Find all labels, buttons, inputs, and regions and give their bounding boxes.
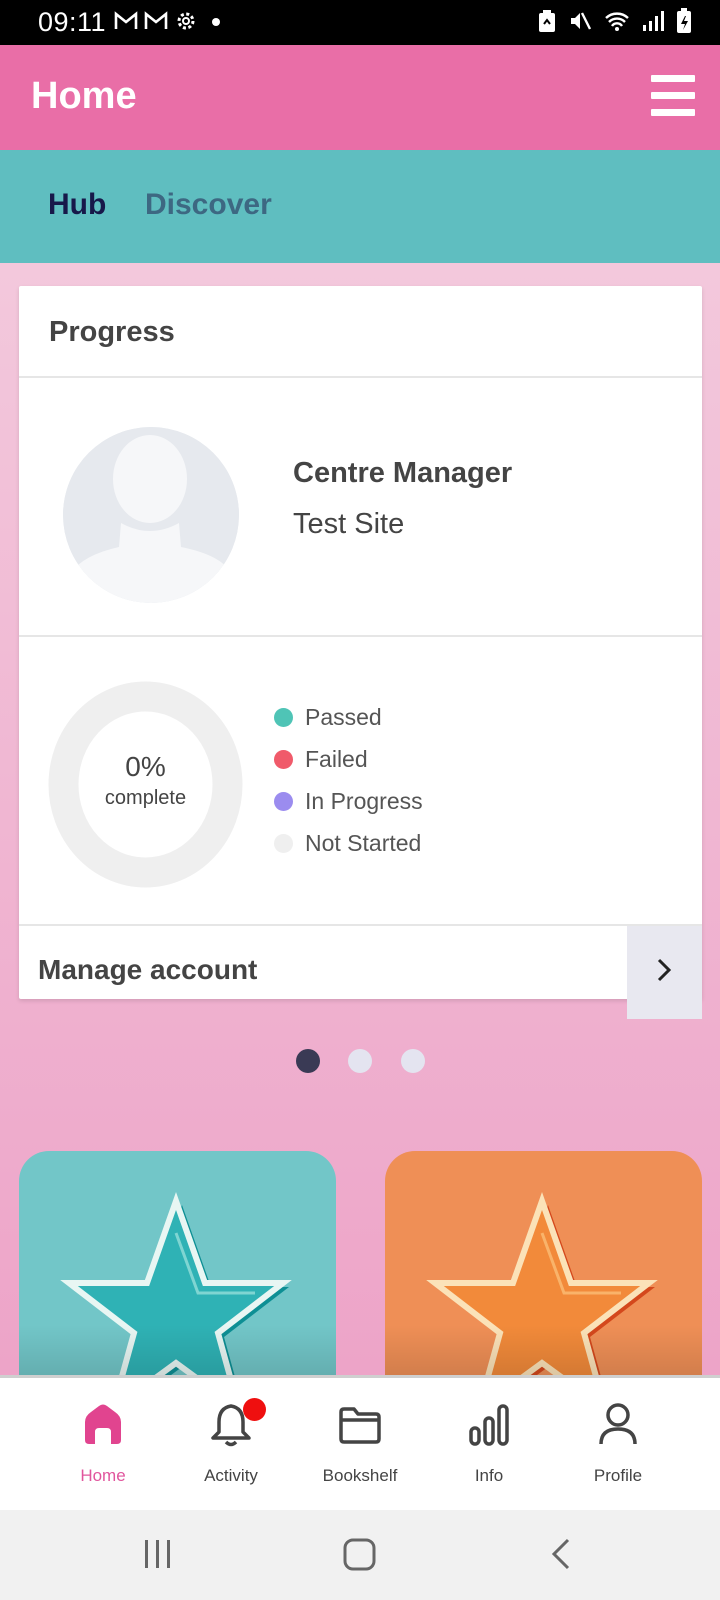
- wifi-icon: [605, 12, 629, 31]
- manage-account-button[interactable]: [627, 926, 702, 1019]
- progress-card: Progress Centre Manager Test Site 0% com…: [19, 286, 702, 1019]
- status-time: 09:11: [38, 7, 107, 37]
- legend-item-in-progress: In Progress: [274, 780, 423, 822]
- folder-icon: [339, 1407, 381, 1444]
- hamburger-menu-icon[interactable]: [651, 75, 695, 117]
- completion-percent: 0%: [125, 751, 166, 782]
- divider: [19, 376, 702, 378]
- home-button-icon[interactable]: [342, 1534, 378, 1574]
- nav-item-profile[interactable]: Profile: [558, 1400, 678, 1500]
- legend-item-passed: Passed: [274, 696, 423, 738]
- legend-item-failed: Failed: [274, 738, 423, 780]
- legend-dot-not-started: [274, 833, 293, 853]
- gmail-icon: [114, 11, 138, 29]
- nav-item-info[interactable]: Info: [429, 1400, 549, 1500]
- carousel-pager: [0, 1049, 720, 1075]
- tab-strip: Hub Discover: [0, 150, 720, 263]
- progress-card-title: Progress: [49, 316, 175, 348]
- completion-ring: [48, 681, 243, 888]
- legend-label: Failed: [305, 745, 368, 772]
- battery-charging-icon: [677, 8, 691, 33]
- status-bar: 09:11: [0, 0, 720, 45]
- back-icon[interactable]: [548, 1534, 574, 1574]
- tab-discover[interactable]: Discover: [145, 188, 272, 222]
- nav-label-activity: Activity: [204, 1466, 258, 1485]
- recent-apps-icon[interactable]: [143, 1534, 173, 1574]
- user-silhouette-icon: [63, 427, 239, 603]
- profile-role: Centre Manager: [293, 457, 513, 489]
- mute-icon: [571, 12, 592, 30]
- bottom-nav: Home Activity Bookshelf Info Profile: [0, 1375, 720, 1510]
- home-icon: [85, 1404, 121, 1444]
- divider: [19, 635, 702, 637]
- status-left-icons: [114, 9, 224, 33]
- completion-donut: 0% complete: [48, 681, 243, 888]
- pager-dot-1[interactable]: [296, 1049, 320, 1073]
- completion-caption: complete: [104, 787, 187, 809]
- status-right-icons: [538, 8, 692, 34]
- legend-dot-passed: [274, 707, 293, 727]
- tile-shade: [385, 1325, 702, 1375]
- chevron-right-icon: [657, 958, 672, 982]
- manage-account-label: Manage account: [38, 954, 258, 985]
- legend-dot-failed: [274, 749, 293, 769]
- nav-item-activity[interactable]: Activity: [171, 1398, 291, 1500]
- pager-dot-3[interactable]: [401, 1049, 425, 1073]
- hub-content[interactable]: Progress Centre Manager Test Site 0% com…: [0, 263, 720, 1375]
- teal-star-tile[interactable]: [19, 1151, 336, 1375]
- legend-item-not-started: Not Started: [274, 822, 423, 864]
- orange-star-tile[interactable]: [385, 1151, 702, 1375]
- tab-hub[interactable]: Hub: [48, 188, 106, 222]
- progress-legend: Passed Failed In Progress Not Started: [274, 696, 423, 864]
- legend-label: In Progress: [305, 787, 423, 814]
- gmail-icon: [144, 11, 168, 29]
- notification-dot-icon: [212, 18, 220, 26]
- person-icon: [599, 1403, 637, 1445]
- nav-label-bookshelf: Bookshelf: [322, 1466, 398, 1485]
- app-bar: Home: [0, 45, 720, 150]
- manage-account-row[interactable]: Manage account: [19, 926, 702, 1019]
- recycle-icon: [539, 10, 555, 32]
- notification-badge: [243, 1398, 266, 1421]
- profile-site: Test Site: [293, 508, 405, 540]
- nav-item-bookshelf[interactable]: Bookshelf: [300, 1400, 420, 1500]
- tile-shade: [19, 1325, 336, 1375]
- nav-label-home: Home: [80, 1466, 126, 1485]
- legend-label: Passed: [305, 703, 382, 730]
- pager-dot-2[interactable]: [348, 1049, 372, 1073]
- settings-icon: [177, 12, 195, 30]
- system-nav-bar: [0, 1510, 720, 1600]
- bar-chart-icon: [469, 1404, 509, 1446]
- signal-icon: [643, 11, 664, 31]
- legend-label: Not Started: [305, 829, 422, 856]
- nav-label-info: Info: [474, 1466, 504, 1485]
- nav-item-home[interactable]: Home: [43, 1400, 163, 1500]
- nav-label-profile: Profile: [593, 1466, 643, 1485]
- page-title: Home: [31, 75, 137, 117]
- legend-dot-in-progress: [274, 791, 293, 811]
